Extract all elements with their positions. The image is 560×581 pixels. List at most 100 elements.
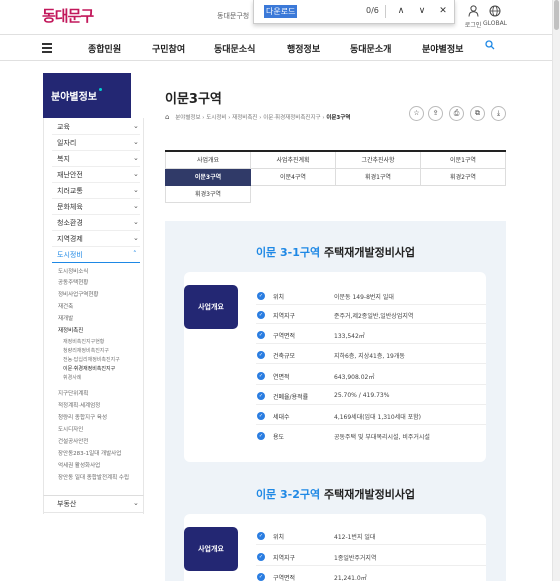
- sub-item[interactable]: 청량리 종합지구 육성: [58, 413, 107, 421]
- nav-item-field[interactable]: 분야별정보: [422, 42, 463, 55]
- sidebar-divider: [52, 198, 140, 199]
- chevron-down-icon: ⌄: [133, 186, 139, 194]
- check-icon: ✓: [257, 372, 265, 380]
- top-header: 동대문구 동대문구청 다운로드 0/6 ∧ ∨ ✕ 로그인 GLOBAL: [0, 0, 560, 34]
- nav-item-participation[interactable]: 구민참여: [152, 42, 185, 55]
- info-row: ✓ 지역지구 준주거,제2종일반,일반상업지역: [256, 308, 486, 324]
- section-title: 이문 3-2구역 주택재개발정비사업: [165, 486, 506, 502]
- tab-hwigyeong2[interactable]: 휘경2구역: [421, 169, 506, 186]
- info-row: ✓ 위치 이문동 149-8번지 일대: [256, 289, 486, 305]
- find-query[interactable]: 다운로드: [264, 5, 298, 18]
- search-icon[interactable]: [485, 40, 495, 53]
- nav-item-admin[interactable]: 행정정보: [287, 42, 320, 55]
- sidebar-item-culture[interactable]: 문화체육: [57, 202, 83, 212]
- download-icon[interactable]: ⤓: [491, 106, 506, 121]
- scrollbar[interactable]: [552, 0, 560, 581]
- subsub-item-active[interactable]: 이문·휘경재정비촉진지구: [63, 365, 115, 372]
- title-dot: [99, 88, 102, 91]
- tab-hwigyeong3[interactable]: 휘경3구역: [165, 186, 251, 203]
- chevron-up-icon: ˄: [133, 250, 137, 258]
- info-row: ✓ 건폐율/용적률 25.70% / 419.73%: [256, 389, 486, 405]
- sub-item[interactable]: 정비사업구역현황: [58, 290, 98, 298]
- sidebar-divider: [52, 182, 140, 183]
- tab-plan[interactable]: 사업추진계획: [251, 152, 336, 169]
- sidebar-item-welfare[interactable]: 복지: [57, 154, 70, 164]
- print-icon[interactable]: ⎙: [449, 106, 464, 121]
- row-label: 구역면적: [273, 575, 296, 581]
- row-value: 1종일반주거지역: [334, 555, 377, 562]
- nav-item-intro[interactable]: 동대문소개: [350, 42, 391, 55]
- sidebar-item-urban[interactable]: 도시정비: [57, 250, 83, 260]
- chevron-down-icon: ⌄: [133, 138, 139, 146]
- sidebar-divider: [52, 262, 140, 263]
- tab-progress[interactable]: 그간추진사항: [336, 152, 421, 169]
- check-icon: ✓: [257, 553, 265, 561]
- sub-item[interactable]: 재건축: [58, 302, 73, 310]
- sub-item[interactable]: 억세권 활성화사업: [58, 461, 100, 469]
- global-button[interactable]: GLOBAL: [482, 5, 508, 27]
- sub-item[interactable]: 지구단위계획: [58, 389, 88, 397]
- tab-imun4[interactable]: 이문4구역: [251, 169, 336, 186]
- sub-item[interactable]: 공동주택현황: [58, 278, 88, 286]
- section-title-text: 주택재개발정비사업: [323, 246, 416, 259]
- check-icon: ✓: [257, 331, 265, 339]
- sidebar-item-realestate[interactable]: 부동산: [57, 499, 76, 509]
- scrollbar-thumb[interactable]: [554, 0, 559, 30]
- copy-icon[interactable]: ⧉: [470, 106, 485, 121]
- chevron-down-icon: ⌄: [133, 499, 139, 507]
- breadcrumb-current: 이문3구역: [326, 115, 351, 121]
- subsub-item[interactable]: 휘경사례: [63, 374, 81, 381]
- tab-hwigyeong1[interactable]: 휘경1구역: [336, 169, 421, 186]
- sub-item[interactable]: 장안동283-1일대 개발사업: [58, 449, 121, 457]
- nav-item-news[interactable]: 동대문소식: [214, 42, 255, 55]
- menu-icon[interactable]: [42, 43, 52, 53]
- row-value: 공동주택 및 부대복리시설, 비주거시설: [334, 434, 430, 441]
- section-title: 이문 3-1구역 주택재개발정비사업: [165, 244, 506, 260]
- sidebar-divider: [52, 246, 140, 247]
- find-close-icon[interactable]: ✕: [436, 4, 450, 18]
- sub-item[interactable]: 도시디자인: [58, 425, 83, 433]
- sidebar-item-economy[interactable]: 지역경제: [57, 234, 83, 244]
- info-row: ✓ 구역면적 133,542㎡: [256, 328, 486, 344]
- row-label: 구역면적: [273, 333, 296, 340]
- breadcrumb: ⌂ 분야별정보 › 도시정비 › 재정비촉진 › 이문·휘경재정비촉진지구 › …: [165, 113, 351, 121]
- subsub-item[interactable]: 전농·답십리재정비촉진지구: [63, 356, 120, 363]
- sub-item[interactable]: 장안동 일대 종합발전계획 수립: [58, 473, 129, 481]
- sidebar-item-jobs[interactable]: 일자리: [57, 138, 76, 148]
- sub-item[interactable]: 적정계획·세계엄정: [58, 401, 100, 409]
- row-value: 4,169세대(임대 1,310세대 포함): [334, 414, 422, 421]
- sidebar-divider: [52, 166, 140, 167]
- sub-item[interactable]: 건설공사안전: [58, 437, 88, 445]
- find-next-icon[interactable]: ∨: [415, 4, 429, 18]
- site-logo[interactable]: 동대문구: [42, 5, 94, 26]
- tab-overview[interactable]: 사업개요: [165, 152, 251, 169]
- site-name: 동대문구청: [217, 12, 250, 20]
- check-icon: ✓: [257, 311, 265, 319]
- find-prev-icon[interactable]: ∧: [394, 4, 408, 18]
- share-icon[interactable]: ⇪: [428, 106, 443, 121]
- breadcrumb-item[interactable]: 도시정비: [206, 115, 226, 121]
- subsub-item[interactable]: 재정비촉진지구현황: [63, 338, 104, 345]
- nav-item-civil[interactable]: 종합민원: [88, 42, 121, 55]
- breadcrumb-item[interactable]: 재정비촉진: [232, 115, 257, 121]
- sidebar-item-safety[interactable]: 재난안전: [57, 170, 83, 180]
- sidebar-item-traffic[interactable]: 치러교통: [57, 186, 83, 196]
- breadcrumb-item[interactable]: 이문·휘경재정비촉진지구: [263, 115, 320, 121]
- subsub-item[interactable]: 청량리재정비촉진지구: [63, 347, 109, 354]
- sidebar-item-environment[interactable]: 청소환경: [57, 218, 83, 228]
- sub-item[interactable]: 도시정비소식: [58, 267, 88, 275]
- tab-imun1[interactable]: 이문1구역: [421, 152, 506, 169]
- tab-imun3[interactable]: 이문3구역: [165, 169, 251, 186]
- sub-item[interactable]: 재개발: [58, 314, 73, 322]
- row-value: 이문동 149-8번지 일대: [334, 294, 394, 301]
- home-icon[interactable]: ⌂: [165, 113, 169, 121]
- sidebar-item-education[interactable]: 교육: [57, 122, 70, 132]
- sub-item-active[interactable]: 재정비촉진: [58, 326, 83, 334]
- sidebar-title-text: 분야별정보: [51, 92, 97, 103]
- find-bar: 다운로드 0/6 ∧ ∨ ✕: [253, 0, 455, 24]
- section-title-text: 주택재개발정비사업: [323, 488, 416, 501]
- check-icon: ✓: [257, 351, 265, 359]
- star-icon[interactable]: ☆: [409, 106, 424, 121]
- breadcrumb-item[interactable]: 분야별정보: [175, 115, 200, 121]
- row-value: 21,241.0㎡: [334, 575, 367, 581]
